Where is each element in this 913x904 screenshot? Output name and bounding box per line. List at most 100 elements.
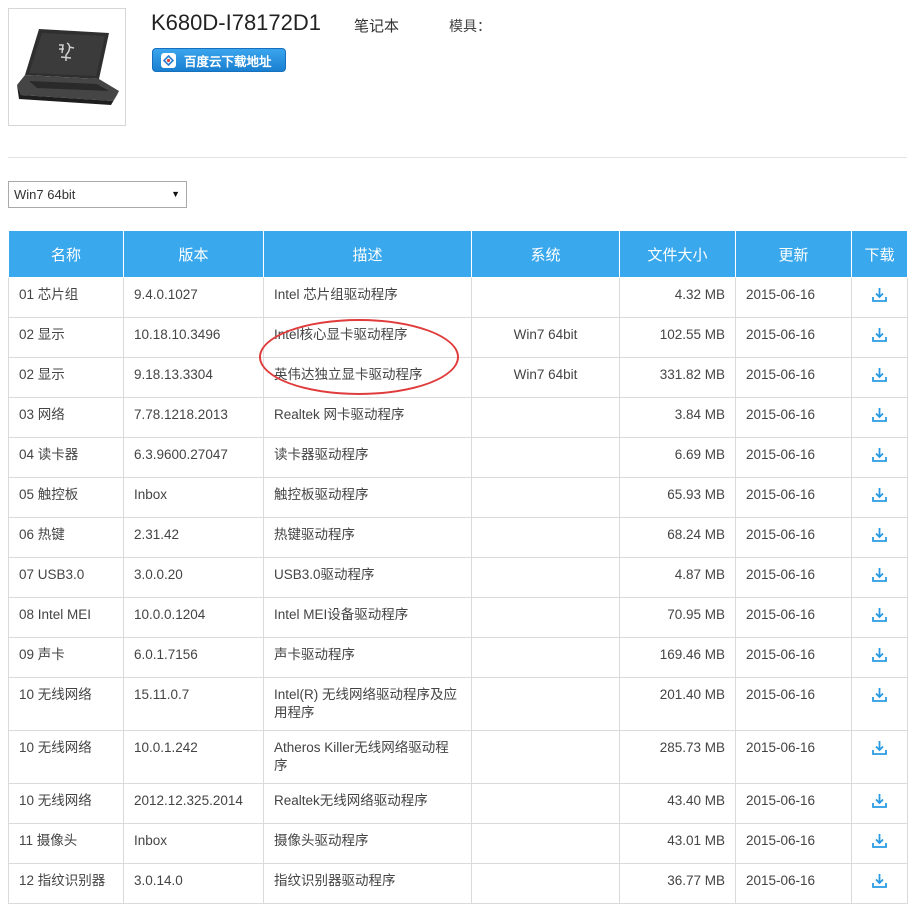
cell-system <box>471 597 620 638</box>
download-icon[interactable] <box>871 366 888 388</box>
cell-download <box>851 477 908 518</box>
cell-file-size: 70.95 MB <box>619 597 736 638</box>
baidu-cloud-download-label: 百度云下载地址 <box>184 53 272 69</box>
divider <box>8 157 907 158</box>
download-icon[interactable] <box>871 326 888 348</box>
cell-system <box>471 437 620 478</box>
header-name: 名称 <box>8 230 124 278</box>
cell-download <box>851 317 908 358</box>
cell-description: Intel MEI设备驱动程序 <box>263 597 472 638</box>
cell-description: 摄像头驱动程序 <box>263 823 472 864</box>
cell-name: 10 无线网络 <box>8 677 124 731</box>
baidu-cloud-download-button[interactable]: 百度云下载地址 <box>152 48 286 72</box>
cell-version: 6.3.9600.27047 <box>123 437 264 478</box>
download-icon[interactable] <box>871 406 888 428</box>
cell-system <box>471 557 620 598</box>
download-icon[interactable] <box>871 686 888 708</box>
cell-file-size: 285.73 MB <box>619 730 736 784</box>
cell-updated: 2015-06-16 <box>735 863 852 904</box>
cell-file-size: 65.93 MB <box>619 477 736 518</box>
cell-download <box>851 277 908 318</box>
laptop-photo <box>17 29 119 105</box>
cell-name: 03 网络 <box>8 397 124 438</box>
table-row: 08 Intel MEI 10.0.0.1204 Intel MEI设备驱动程序 70… <box>8 597 908 638</box>
cell-updated: 2015-06-16 <box>735 357 852 398</box>
driver-table: 名称 版本 描述 系统 文件大小 更新 下载 01 芯片组 9.4.0.1027 I… <box>8 230 908 904</box>
cell-download <box>851 637 908 678</box>
cell-file-size: 43.40 MB <box>619 783 736 824</box>
cell-name: 06 热键 <box>8 517 124 558</box>
cell-description: 指纹识别器驱动程序 <box>263 863 472 904</box>
table-row: 06 热键 2.31.42 热键驱动程序 68.24 MB 2015-06-16 <box>8 517 908 558</box>
cell-download <box>851 597 908 638</box>
download-icon[interactable] <box>871 526 888 548</box>
cell-system: Win7 64bit <box>471 317 620 358</box>
download-icon[interactable] <box>871 606 888 628</box>
download-icon[interactable] <box>871 286 888 308</box>
cell-updated: 2015-06-16 <box>735 397 852 438</box>
product-image <box>8 8 126 126</box>
cell-description: 触控板驱动程序 <box>263 477 472 518</box>
cell-updated: 2015-06-16 <box>735 517 852 558</box>
cell-name: 04 读卡器 <box>8 437 124 478</box>
table-row: 11 摄像头 Inbox 摄像头驱动程序 43.01 MB 2015-06-16 <box>8 823 908 864</box>
table-header-row: 名称 版本 描述 系统 文件大小 更新 下载 <box>8 230 908 278</box>
cell-description: Intel 芯片组驱动程序 <box>263 277 472 318</box>
download-icon[interactable] <box>871 646 888 668</box>
download-icon[interactable] <box>871 446 888 468</box>
cell-name: 02 显示 <box>8 317 124 358</box>
download-icon[interactable] <box>871 832 888 854</box>
cell-file-size: 102.55 MB <box>619 317 736 358</box>
download-icon[interactable] <box>871 792 888 814</box>
download-icon[interactable] <box>871 872 888 894</box>
download-icon[interactable] <box>871 486 888 508</box>
cell-description: Intel核心显卡驱动程序 <box>263 317 472 358</box>
cell-description: Atheros Killer无线网络驱动程序 <box>263 730 472 784</box>
product-category: 笔记本 <box>354 17 400 35</box>
cell-version: 2012.12.325.2014 <box>123 783 264 824</box>
table-row: 07 USB3.0 3.0.0.20 USB3.0驱动程序 4.87 MB 2015-0… <box>8 557 908 598</box>
cell-version: 10.18.10.3496 <box>123 317 264 358</box>
cell-name: 01 芯片组 <box>8 277 124 318</box>
chevron-down-icon: ▼ <box>171 189 180 199</box>
cell-updated: 2015-06-16 <box>735 277 852 318</box>
cell-system <box>471 730 620 784</box>
cell-file-size: 6.69 MB <box>619 437 736 478</box>
table-row: 10 无线网络 15.11.0.7 Intel(R) 无线网络驱动程序及应用程序 20… <box>8 677 908 731</box>
cell-download <box>851 437 908 478</box>
cell-download <box>851 397 908 438</box>
table-row: 04 读卡器 6.3.9600.27047 读卡器驱动程序 6.69 MB 2015-0… <box>8 437 908 478</box>
cell-updated: 2015-06-16 <box>735 783 852 824</box>
cell-file-size: 4.32 MB <box>619 277 736 318</box>
cell-download <box>851 863 908 904</box>
cell-version: Inbox <box>123 477 264 518</box>
cloud-icon <box>161 52 176 68</box>
cell-version: 7.78.1218.2013 <box>123 397 264 438</box>
cell-updated: 2015-06-16 <box>735 730 852 784</box>
cell-system <box>471 397 620 438</box>
cell-system <box>471 637 620 678</box>
cell-description: 声卡驱动程序 <box>263 637 472 678</box>
cell-description: 热键驱动程序 <box>263 517 472 558</box>
header-description: 描述 <box>263 230 472 278</box>
cell-system <box>471 863 620 904</box>
download-icon[interactable] <box>871 566 888 588</box>
table-row: 02 显示 9.18.13.3304 英伟达独立显卡驱动程序 Win7 64bit 33… <box>8 357 908 398</box>
table-row: 05 触控板 Inbox 触控板驱动程序 65.93 MB 2015-06-16 <box>8 477 908 518</box>
cell-name: 10 无线网络 <box>8 783 124 824</box>
cell-version: 10.0.0.1204 <box>123 597 264 638</box>
download-icon[interactable] <box>871 739 888 761</box>
cell-version: 3.0.0.20 <box>123 557 264 598</box>
cell-updated: 2015-06-16 <box>735 637 852 678</box>
cell-updated: 2015-06-16 <box>735 477 852 518</box>
cell-name: 08 Intel MEI <box>8 597 124 638</box>
os-select[interactable]: Win7 64bit ▼ <box>8 181 187 208</box>
cell-updated: 2015-06-16 <box>735 437 852 478</box>
cell-system <box>471 277 620 318</box>
cell-name: 05 触控板 <box>8 477 124 518</box>
cell-system <box>471 783 620 824</box>
cell-file-size: 331.82 MB <box>619 357 736 398</box>
cell-description: 英伟达独立显卡驱动程序 <box>263 357 472 398</box>
cell-download <box>851 357 908 398</box>
cell-download <box>851 730 908 784</box>
